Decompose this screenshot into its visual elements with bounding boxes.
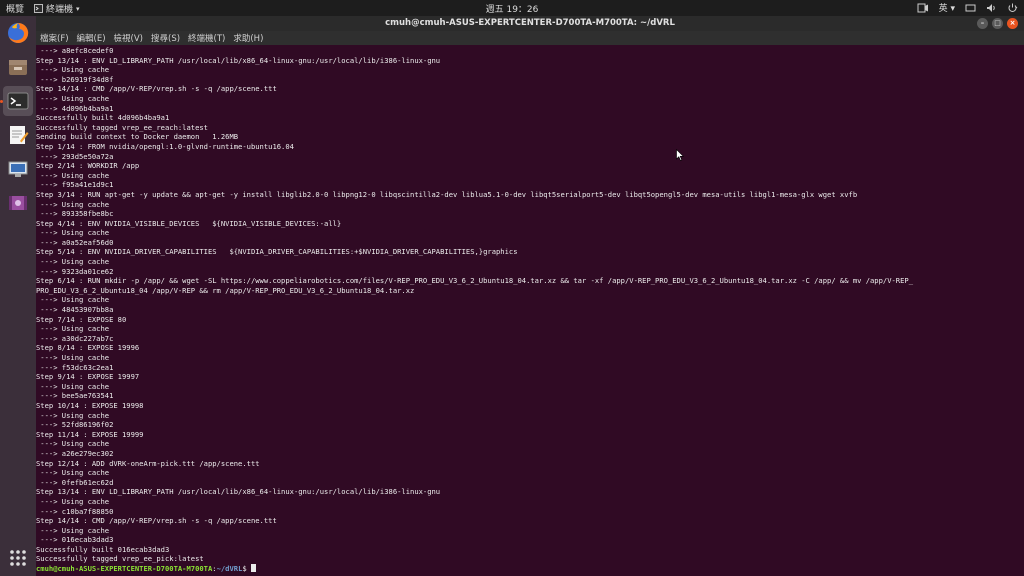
terminal-line: ---> Using cache — [36, 93, 110, 103]
terminal-line: ---> 48453907bb8a — [36, 305, 114, 315]
dock-show-apps[interactable] — [3, 543, 33, 573]
terminal-line: ---> bee5ae763541 — [36, 391, 114, 401]
screencast-icon[interactable] — [917, 3, 929, 13]
dock-text-editor[interactable] — [3, 120, 33, 150]
terminal-line: ---> Using cache — [36, 324, 110, 334]
terminal-icon — [7, 92, 29, 110]
power-icon[interactable] — [1007, 3, 1018, 13]
text-cursor — [250, 564, 256, 573]
dock-terminal[interactable] — [3, 86, 33, 116]
terminal-line: Step 13/14 : ENV LD_LIBRARY_PATH /usr/lo… — [36, 487, 441, 497]
terminal-line: Step 3/14 : RUN apt-get -y update && apt… — [36, 189, 858, 199]
terminal-line: ---> a26e279ec302 — [36, 448, 114, 458]
terminal-line: Step 10/14 : EXPOSE 19998 — [36, 400, 144, 410]
video-icon — [9, 196, 27, 210]
minimize-button[interactable]: – — [977, 18, 988, 29]
terminal-line: ---> 893358fbe8bc — [36, 209, 114, 219]
network-icon[interactable] — [965, 3, 976, 13]
terminal-line: Sending build context to Docker daemon 1… — [36, 132, 239, 142]
terminal-line: ---> 016ecab3dad3 — [36, 535, 114, 545]
close-button[interactable]: × — [1007, 18, 1018, 29]
menu-search[interactable]: 搜尋(S) — [151, 32, 180, 44]
scrollbar[interactable] — [1020, 45, 1024, 576]
terminal-line: Step 6/14 : RUN mkdir -p /app/ && wget -… — [36, 276, 914, 286]
terminal-line: ---> Using cache — [36, 496, 110, 506]
clock[interactable]: 週五 19：26 — [0, 2, 1024, 15]
terminal-line: ---> Using cache — [36, 439, 110, 449]
top-bar: 概覽 終端機 ▾ 週五 19：26 英 ▾ — [0, 0, 1024, 16]
terminal-line: ---> Using cache — [36, 295, 110, 305]
text-editor-icon — [10, 126, 29, 144]
terminal-line: ---> Using cache — [36, 228, 110, 238]
terminal-line: ---> f95a41e1d9c1 — [36, 180, 114, 190]
maximize-button[interactable]: □ — [992, 18, 1003, 29]
menu-terminal[interactable]: 終端機(T) — [188, 32, 225, 44]
terminal-line: Step 14/14 : CMD /app/V-REP/vrep.sh -s -… — [36, 516, 277, 526]
terminal-line: ---> 293d5e50a72a — [36, 151, 114, 161]
terminal-line: ---> a8efc8cedef0 — [36, 46, 114, 55]
terminal-line: Step 1/14 : FROM nvidia/opengl:1.0-glvnd… — [36, 141, 294, 151]
terminal-line: ---> Using cache — [36, 353, 110, 362]
dock-files[interactable] — [3, 52, 33, 82]
installer-icon — [8, 161, 28, 177]
prompt-tail: $ — [242, 564, 251, 574]
terminal-line: Step 4/14 : ENV NVIDIA_VISIBLE_DEVICES $… — [36, 218, 342, 228]
volume-icon[interactable] — [986, 3, 997, 13]
firefox-icon — [8, 22, 29, 43]
terminal-line: PRO_EDU_V3_6_2_Ubuntu18_04 /app/V-REP &&… — [36, 285, 415, 295]
window-titlebar[interactable]: cmuh@cmuh-ASUS-EXPERTCENTER-D700TA-M700T… — [36, 16, 1024, 31]
terminal-line: Step 5/14 : ENV NVIDIA_DRIVER_CAPABILITI… — [36, 247, 518, 257]
apps-grid-icon — [10, 550, 26, 566]
terminal-line: ---> Using cache — [36, 468, 110, 478]
terminal-line: ---> Using cache — [36, 170, 110, 180]
terminal-line: Step 13/14 : ENV LD_LIBRARY_PATH /usr/lo… — [36, 55, 441, 65]
terminal-window: cmuh@cmuh-ASUS-EXPERTCENTER-D700TA-M700T… — [36, 16, 1024, 576]
terminal-line: ---> b26919f34d8f — [36, 74, 114, 84]
prompt-path: ~/dVRL — [216, 564, 243, 574]
prompt-user: cmuh@cmuh-ASUS-EXPERTCENTER-D700TA-M700T… — [36, 564, 213, 574]
terminal-line: Successfully built 4d096b4ba9a1 — [36, 113, 170, 123]
menu-help[interactable]: 求助(H) — [233, 32, 263, 44]
shell-prompt[interactable]: cmuh@cmuh-ASUS-EXPERTCENTER-D700TA-M700T… — [36, 564, 1024, 574]
terminal-line: ---> Using cache — [36, 525, 110, 535]
input-method-indicator[interactable]: 英 ▾ — [939, 1, 955, 14]
terminal-line: ---> f53dc63c2ea1 — [36, 362, 114, 372]
terminal-line: ---> 0fefb61ec62d — [36, 477, 114, 487]
terminal-line: ---> 4d096b4ba9a1 — [36, 103, 114, 113]
terminal-line: ---> Using cache — [36, 65, 110, 75]
dock-video[interactable] — [3, 188, 33, 218]
dock-firefox[interactable] — [3, 18, 33, 48]
terminal-line: ---> a0a52eaf56d0 — [36, 237, 114, 247]
terminal-line: Step 14/14 : CMD /app/V-REP/vrep.sh -s -… — [36, 84, 277, 94]
terminal-line: Step 12/14 : ADD dVRK-oneArm-pick.ttt /a… — [36, 458, 260, 468]
terminal-line: Successfully tagged vrep_ee_reach:latest — [36, 122, 208, 132]
terminal-line: ---> Using cache — [36, 381, 110, 391]
menu-file[interactable]: 檔案(F) — [40, 32, 69, 44]
terminal-line: ---> 9323da01ce62 — [36, 266, 114, 276]
terminal-line: Step 11/14 : EXPOSE 19999 — [36, 429, 144, 439]
menu-edit[interactable]: 編輯(E) — [77, 32, 106, 44]
terminal-line: Successfully built 016ecab3dad3 — [36, 544, 170, 554]
terminal-line: Step 2/14 : WORKDIR /app — [36, 161, 140, 171]
terminal-line: ---> Using cache — [36, 199, 110, 209]
mouse-pointer-icon — [676, 149, 684, 161]
terminal-line: ---> 52fd86196f02 — [36, 420, 114, 430]
terminal-line: ---> a30dc227ab7c — [36, 333, 114, 343]
terminal-line: Successfully tagged vrep_ee_pick:latest — [36, 554, 204, 564]
terminal-line: ---> Using cache — [36, 410, 110, 420]
dock — [0, 16, 36, 576]
terminal-line: Step 9/14 : EXPOSE 19997 — [36, 372, 140, 382]
terminal-line: ---> c10ba7f88850 — [36, 506, 114, 516]
menu-bar: 檔案(F) 編輯(E) 檢視(V) 搜尋(S) 終端機(T) 求助(H) — [36, 31, 1024, 45]
dock-installer[interactable] — [3, 154, 33, 184]
terminal-line: Step 7/14 : EXPOSE 80 — [36, 314, 127, 324]
files-icon — [9, 60, 27, 75]
terminal-line: ---> Using cache — [36, 257, 110, 267]
menu-view[interactable]: 檢視(V) — [114, 32, 143, 44]
terminal-output[interactable]: ---> a8efc8cedef0 Step 13/14 : ENV LD_LIB… — [36, 45, 1024, 576]
window-title: cmuh@cmuh-ASUS-EXPERTCENTER-D700TA-M700T… — [385, 18, 675, 28]
terminal-line: Step 8/14 : EXPOSE 19996 — [36, 343, 140, 353]
